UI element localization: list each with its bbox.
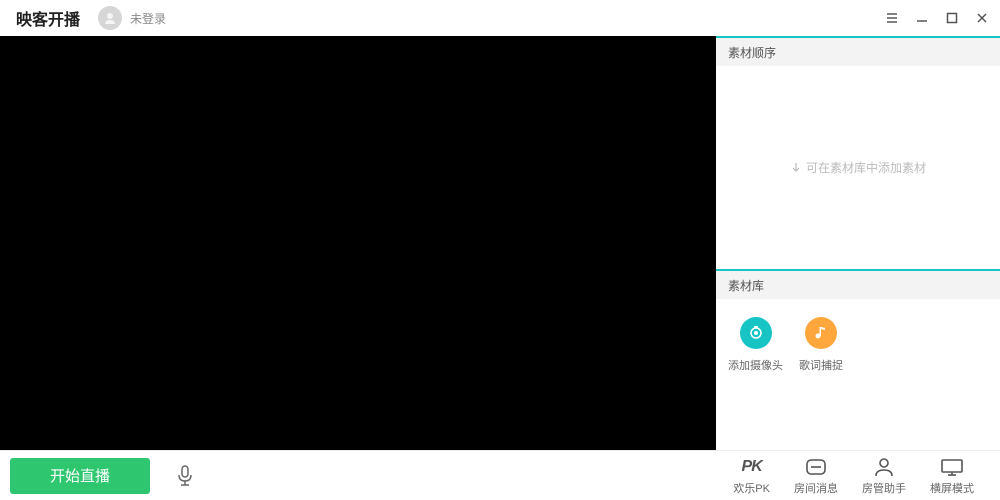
lyrics-capture-item[interactable]: 歌词捕捉 xyxy=(799,317,843,373)
material-library-body: 添加摄像头 歌词捕捉 xyxy=(716,299,1000,450)
message-icon xyxy=(804,456,828,478)
video-preview[interactable] xyxy=(0,36,716,450)
sidebar: 素材顺序 可在素材库中添加素材 素材库 xyxy=(716,36,1000,450)
pk-icon: PK xyxy=(742,456,762,478)
material-library-header: 素材库 xyxy=(716,269,1000,299)
close-icon xyxy=(976,12,988,24)
bottom-toolbar: 开始直播 PK 欢乐PK 房间消息 xyxy=(0,450,1000,500)
login-status[interactable]: 未登录 xyxy=(130,10,166,27)
titlebar: 映客开播 未登录 xyxy=(0,0,1000,36)
room-message-tool[interactable]: 房间消息 xyxy=(794,456,838,496)
avatar-icon xyxy=(102,10,118,26)
maximize-button[interactable] xyxy=(944,10,960,26)
minimize-icon xyxy=(916,12,928,24)
room-admin-label: 房管助手 xyxy=(862,480,906,496)
empty-hint: 可在素材库中添加素材 xyxy=(790,159,926,176)
landscape-mode-tool[interactable]: 横屏模式 xyxy=(930,456,974,496)
hamburger-icon xyxy=(885,12,899,24)
close-button[interactable] xyxy=(974,10,990,26)
add-camera-label: 添加摄像头 xyxy=(728,357,783,373)
material-order-body: 可在素材库中添加素材 xyxy=(716,66,1000,269)
admin-icon xyxy=(873,456,895,478)
empty-hint-text: 可在素材库中添加素材 xyxy=(806,159,926,176)
pk-tool[interactable]: PK 欢乐PK xyxy=(733,456,770,496)
room-admin-tool[interactable]: 房管助手 xyxy=(862,456,906,496)
avatar[interactable] xyxy=(98,6,122,30)
material-order-header: 素材顺序 xyxy=(716,36,1000,66)
landscape-icon xyxy=(939,456,965,478)
lyrics-capture-label: 歌词捕捉 xyxy=(799,357,843,373)
add-camera-item[interactable]: 添加摄像头 xyxy=(728,317,783,373)
landscape-label: 横屏模式 xyxy=(930,480,974,496)
pk-label: 欢乐PK xyxy=(733,480,770,496)
menu-button[interactable] xyxy=(884,10,900,26)
mic-button[interactable] xyxy=(170,461,200,491)
room-message-label: 房间消息 xyxy=(794,480,838,496)
start-stream-button[interactable]: 开始直播 xyxy=(10,458,150,494)
main-area: 素材顺序 可在素材库中添加素材 素材库 xyxy=(0,36,1000,450)
minimize-button[interactable] xyxy=(914,10,930,26)
maximize-icon xyxy=(946,12,958,24)
mic-icon xyxy=(175,464,195,488)
window-controls xyxy=(884,10,990,26)
camera-icon xyxy=(740,317,772,349)
arrow-down-icon xyxy=(790,162,802,174)
lyrics-icon xyxy=(805,317,837,349)
app-title: 映客开播 xyxy=(16,6,80,30)
